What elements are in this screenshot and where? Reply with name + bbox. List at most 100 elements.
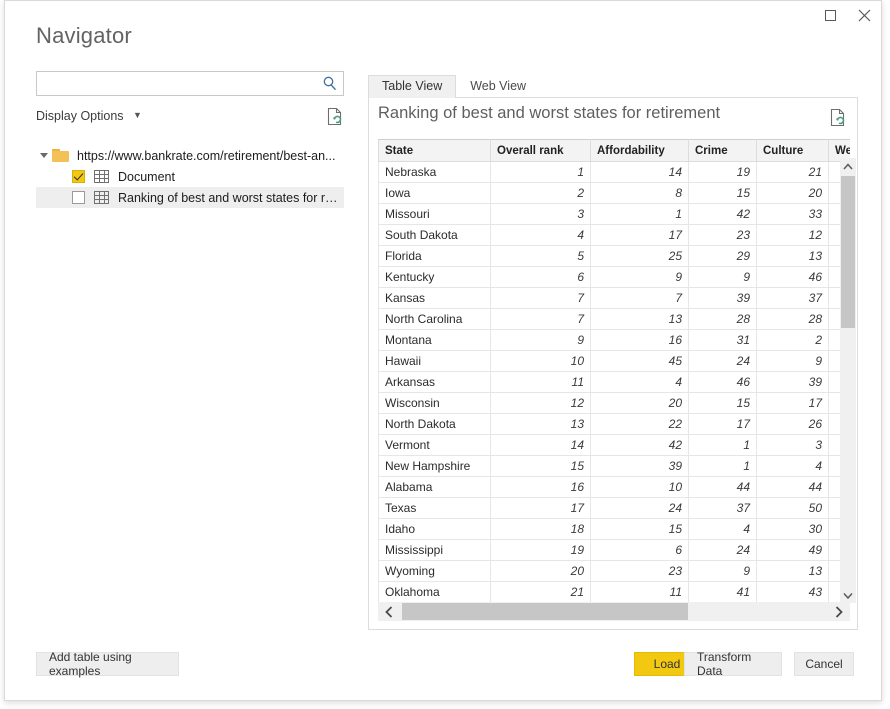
cell-value: 24 (689, 540, 757, 561)
data-preview-table-region[interactable]: State Overall rank Affordability Crime C… (378, 139, 850, 621)
horizontal-scrollbar-thumb[interactable] (402, 603, 688, 620)
scroll-down-icon[interactable] (840, 587, 856, 603)
table-row[interactable]: North Dakota13221726 (379, 414, 851, 435)
cell-value: 26 (757, 414, 829, 435)
table-row[interactable]: Iowa281520 (379, 183, 851, 204)
search-icon[interactable] (321, 75, 339, 93)
cell-value: 50 (757, 498, 829, 519)
expander-collapse-icon[interactable] (36, 145, 52, 166)
table-row[interactable]: Alabama16104444 (379, 477, 851, 498)
table-row[interactable]: Arkansas1144639 (379, 372, 851, 393)
cell-value: 9 (757, 351, 829, 372)
close-button[interactable] (847, 1, 881, 29)
cell-value: 21 (491, 582, 591, 603)
table-row[interactable]: South Dakota4172312 (379, 225, 851, 246)
cell-value: 43 (757, 582, 829, 603)
table-row[interactable]: Mississippi1962449 (379, 540, 851, 561)
column-header-crime[interactable]: Crime (689, 140, 757, 162)
cell-value: 19 (689, 162, 757, 183)
table-row[interactable]: Nebraska1141921 (379, 162, 851, 183)
refresh-preview-icon[interactable] (830, 108, 846, 127)
page-title: Navigator (36, 23, 132, 49)
vertical-scrollbar[interactable] (840, 158, 856, 603)
cell-value: 28 (757, 309, 829, 330)
transform-data-button[interactable]: Transform Data (684, 652, 782, 676)
cell-value: 7 (491, 288, 591, 309)
table-icon (94, 191, 109, 204)
horizontal-scrollbar[interactable] (378, 602, 850, 621)
cell-value: 45 (591, 351, 689, 372)
vertical-scrollbar-thumb[interactable] (841, 176, 855, 328)
maximize-button[interactable] (813, 1, 847, 29)
cell-value: 18 (491, 519, 591, 540)
table-row[interactable]: New Hampshire153914 (379, 456, 851, 477)
cell-value: 11 (491, 372, 591, 393)
maximize-icon (825, 10, 836, 21)
cell-value: 8 (591, 183, 689, 204)
table-row[interactable]: Oklahoma21114143 (379, 582, 851, 603)
cell-value: 49 (757, 540, 829, 561)
display-options-button[interactable]: Display Options ▼ (36, 109, 142, 123)
refresh-preview-icon[interactable] (327, 107, 343, 126)
tree-item-label: Document (118, 170, 175, 184)
data-preview-table: State Overall rank Affordability Crime C… (378, 139, 850, 603)
table-header-row: State Overall rank Affordability Crime C… (379, 140, 851, 162)
table-row[interactable]: Idaho1815430 (379, 519, 851, 540)
tree-item-document[interactable]: Document (36, 166, 344, 187)
table-row[interactable]: North Carolina7132828 (379, 309, 851, 330)
table-row[interactable]: Florida5252913 (379, 246, 851, 267)
column-header-affordability[interactable]: Affordability (591, 140, 689, 162)
table-row[interactable]: Montana916312 (379, 330, 851, 351)
cell-value: 13 (491, 414, 591, 435)
table-row[interactable]: Missouri314233 (379, 204, 851, 225)
tab-table-view[interactable]: Table View (368, 75, 456, 98)
search-input[interactable] (37, 72, 317, 95)
cancel-button[interactable]: Cancel (794, 652, 854, 676)
cell-value: 15 (591, 519, 689, 540)
cell-value: 39 (757, 372, 829, 393)
cell-state: Wisconsin (379, 393, 491, 414)
cell-value: 1 (689, 435, 757, 456)
table-row[interactable]: Kentucky69946 (379, 267, 851, 288)
cell-state: Arkansas (379, 372, 491, 393)
tab-web-view[interactable]: Web View (456, 75, 540, 98)
table-row[interactable]: Wisconsin12201517 (379, 393, 851, 414)
cell-state: Kentucky (379, 267, 491, 288)
cell-value: 5 (491, 246, 591, 267)
table-icon (94, 170, 109, 183)
scroll-left-icon[interactable] (378, 602, 400, 621)
cell-value: 20 (757, 183, 829, 204)
table-row[interactable]: Wyoming2023913 (379, 561, 851, 582)
cell-value: 31 (689, 330, 757, 351)
table-row[interactable]: Kansas773937 (379, 288, 851, 309)
column-header-culture[interactable]: Culture (757, 140, 829, 162)
cell-value: 1 (591, 204, 689, 225)
add-table-using-examples-button[interactable]: Add table using examples (36, 652, 179, 676)
cell-value: 14 (591, 162, 689, 183)
checkbox-document[interactable] (72, 170, 85, 183)
cell-value: 46 (757, 267, 829, 288)
table-row[interactable]: Hawaii1045249 (379, 351, 851, 372)
scroll-right-icon[interactable] (828, 602, 850, 621)
cell-state: Wyoming (379, 561, 491, 582)
scroll-up-icon[interactable] (840, 158, 856, 174)
tree-item-ranking[interactable]: Ranking of best and worst states for ret… (36, 187, 344, 208)
column-header-overall-rank[interactable]: Overall rank (491, 140, 591, 162)
chevron-down-icon: ▼ (133, 110, 142, 120)
cell-value: 7 (491, 309, 591, 330)
table-row[interactable]: Vermont144213 (379, 435, 851, 456)
cell-value: 39 (591, 456, 689, 477)
search-box[interactable] (36, 71, 344, 96)
cell-state: Kansas (379, 288, 491, 309)
cell-value: 12 (491, 393, 591, 414)
navigator-tree: https://www.bankrate.com/retirement/best… (36, 145, 344, 208)
cell-value: 17 (757, 393, 829, 414)
column-header-state[interactable]: State (379, 140, 491, 162)
cell-value: 2 (491, 183, 591, 204)
tree-item-root[interactable]: https://www.bankrate.com/retirement/best… (36, 145, 344, 166)
cell-state: Vermont (379, 435, 491, 456)
checkbox-ranking[interactable] (72, 191, 85, 204)
table-row[interactable]: Texas17243750 (379, 498, 851, 519)
cell-value: 13 (591, 309, 689, 330)
cell-value: 10 (591, 477, 689, 498)
